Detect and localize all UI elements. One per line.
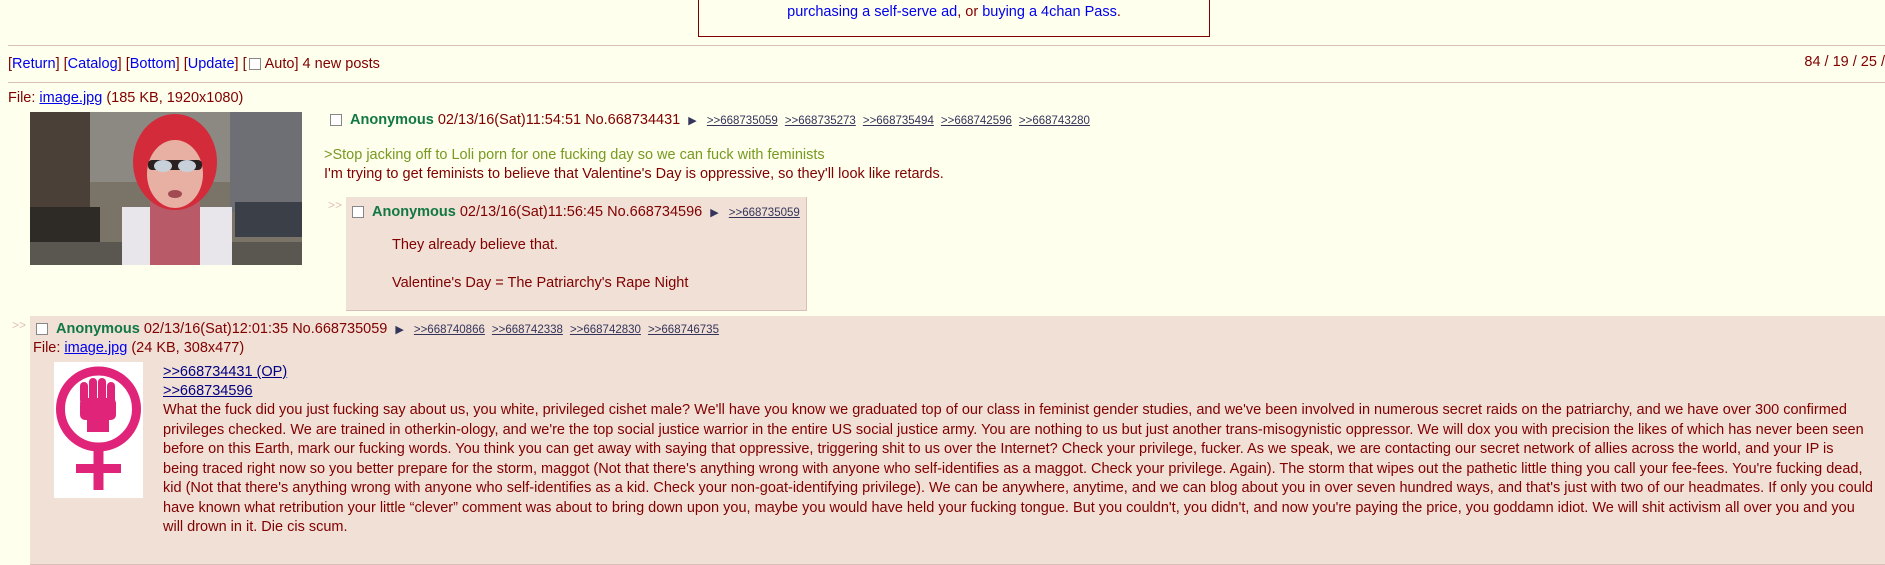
reply1-datetime: 02/13/16(Sat)11:56:45: [459, 204, 604, 220]
reply2-post-number[interactable]: No.668735059: [292, 321, 387, 337]
op-post-number[interactable]: No.668734431: [585, 112, 680, 128]
op-file-info: File: image.jpg (185 KB, 1920x1080): [8, 90, 243, 106]
reply2-header: Anonymous 02/13/16(Sat)12:01:35 No.66873…: [34, 321, 722, 337]
op-greentext: >Stop jacking off to Loli porn for one f…: [324, 146, 825, 164]
backlink[interactable]: >>668740866: [414, 324, 485, 336]
reply2-datetime: 02/13/16(Sat)12:01:35: [143, 321, 289, 337]
backlink[interactable]: >>668735059: [729, 207, 800, 219]
reply2-side-arrows: >>: [12, 318, 27, 332]
reply2-body: What the fuck did you just fucking say a…: [163, 402, 1873, 535]
reply2-menu-icon[interactable]: ▶: [395, 324, 403, 336]
op-greentext-line: >Stop jacking off to Loli porn for one f…: [324, 147, 825, 163]
reply2-thumbnail[interactable]: [54, 362, 143, 498]
op-body: I'm trying to get feminists to believe t…: [324, 166, 944, 182]
backlink[interactable]: >>668735059: [707, 115, 778, 127]
reply1-backlinks: >>668735059: [729, 204, 803, 220]
thread-nav: [Return] [Catalog] [Bottom] [Update] [Au…: [8, 56, 380, 72]
auto-update-checkbox[interactable]: [248, 58, 261, 71]
backlink[interactable]: >>668735494: [863, 115, 934, 127]
op-datetime: 02/13/16(Sat)11:54:51: [437, 112, 582, 128]
reply2-file-link[interactable]: image.jpg: [64, 340, 127, 356]
backlink[interactable]: >>668742830: [570, 324, 641, 336]
reply2-poster-name: Anonymous: [56, 321, 140, 337]
reply2-backlinks: >>668740866 >>668742338 >>668742830 >>66…: [414, 321, 722, 337]
reply1-menu-icon[interactable]: ▶: [710, 207, 718, 219]
reply1-side-arrows: >>: [328, 198, 343, 212]
reply2-file-info: File: image.jpg (24 KB, 308x477): [33, 340, 244, 356]
op-backlinks: >>668735059 >>668735273 >>668735494 >>66…: [707, 112, 1093, 128]
backlink[interactable]: >>668742338: [492, 324, 563, 336]
op-file-label: File:: [8, 90, 40, 106]
op-photo-image: [30, 112, 302, 265]
op-thumbnail[interactable]: [30, 112, 302, 265]
quotelink-reply[interactable]: >>668734596: [163, 383, 253, 399]
quotelink-op[interactable]: >>668734431 (OP): [163, 364, 287, 380]
op-file-meta: (185 KB, 1920x1080): [106, 90, 244, 106]
reply2-file-label: File:: [33, 340, 65, 356]
reply1-line2: Valentine's Day = The Patriarchy's Rape …: [392, 275, 689, 291]
ad-period: .: [1116, 4, 1121, 20]
reply1-post: Anonymous 02/13/16(Sat)11:56:45 No.66873…: [346, 197, 807, 311]
4chan-pass-link[interactable]: buying a 4chan Pass: [982, 4, 1117, 20]
post-stats: 84 / 19 / 25 /: [1804, 54, 1885, 70]
backlink[interactable]: >>668735273: [785, 115, 856, 127]
backlink[interactable]: >>668743280: [1019, 115, 1090, 127]
reply1-header: Anonymous 02/13/16(Sat)11:56:45 No.66873…: [350, 204, 803, 220]
divider-nav: [8, 82, 1885, 83]
op-post-header: Anonymous 02/13/16(Sat)11:54:51 No.66873…: [328, 112, 1093, 128]
reply2-body-wrap: What the fuck did you just fucking say a…: [163, 401, 1873, 538]
op-poster-name: Anonymous: [350, 112, 434, 128]
self-serve-ad-link[interactable]: purchasing a self-serve ad: [787, 4, 957, 20]
reply1-select-checkbox[interactable]: [352, 206, 364, 219]
reply1-post-number[interactable]: No.668734596: [607, 204, 702, 220]
feminist-fist-icon: [56, 366, 141, 490]
new-posts-count: 4 new posts: [302, 56, 380, 72]
reply1-line1: They already believe that.: [392, 237, 559, 253]
op-select-checkbox[interactable]: [330, 114, 342, 127]
reply2-post: Anonymous 02/13/16(Sat)12:01:35 No.66873…: [30, 316, 1885, 565]
return-link[interactable]: Return: [12, 56, 56, 72]
reply2-select-checkbox[interactable]: [36, 323, 48, 336]
auto-label: Auto: [264, 56, 295, 72]
backlink[interactable]: >>668746735: [648, 324, 719, 336]
ad-text: purchasing a self-serve ad, or buying a …: [699, 4, 1209, 20]
op-file-link[interactable]: image.jpg: [39, 90, 102, 106]
ad-or-text: , or: [957, 4, 983, 20]
bottom-link[interactable]: Bottom: [130, 56, 176, 72]
divider-top: [8, 45, 1885, 46]
reply1-poster-name: Anonymous: [372, 204, 456, 220]
catalog-link[interactable]: Catalog: [68, 56, 118, 72]
ad-box: purchasing a self-serve ad, or buying a …: [698, 0, 1210, 37]
update-link[interactable]: Update: [188, 56, 235, 72]
op-menu-icon[interactable]: ▶: [688, 115, 696, 127]
reply2-file-meta: (24 KB, 308x477): [131, 340, 245, 356]
backlink[interactable]: >>668742596: [941, 115, 1012, 127]
